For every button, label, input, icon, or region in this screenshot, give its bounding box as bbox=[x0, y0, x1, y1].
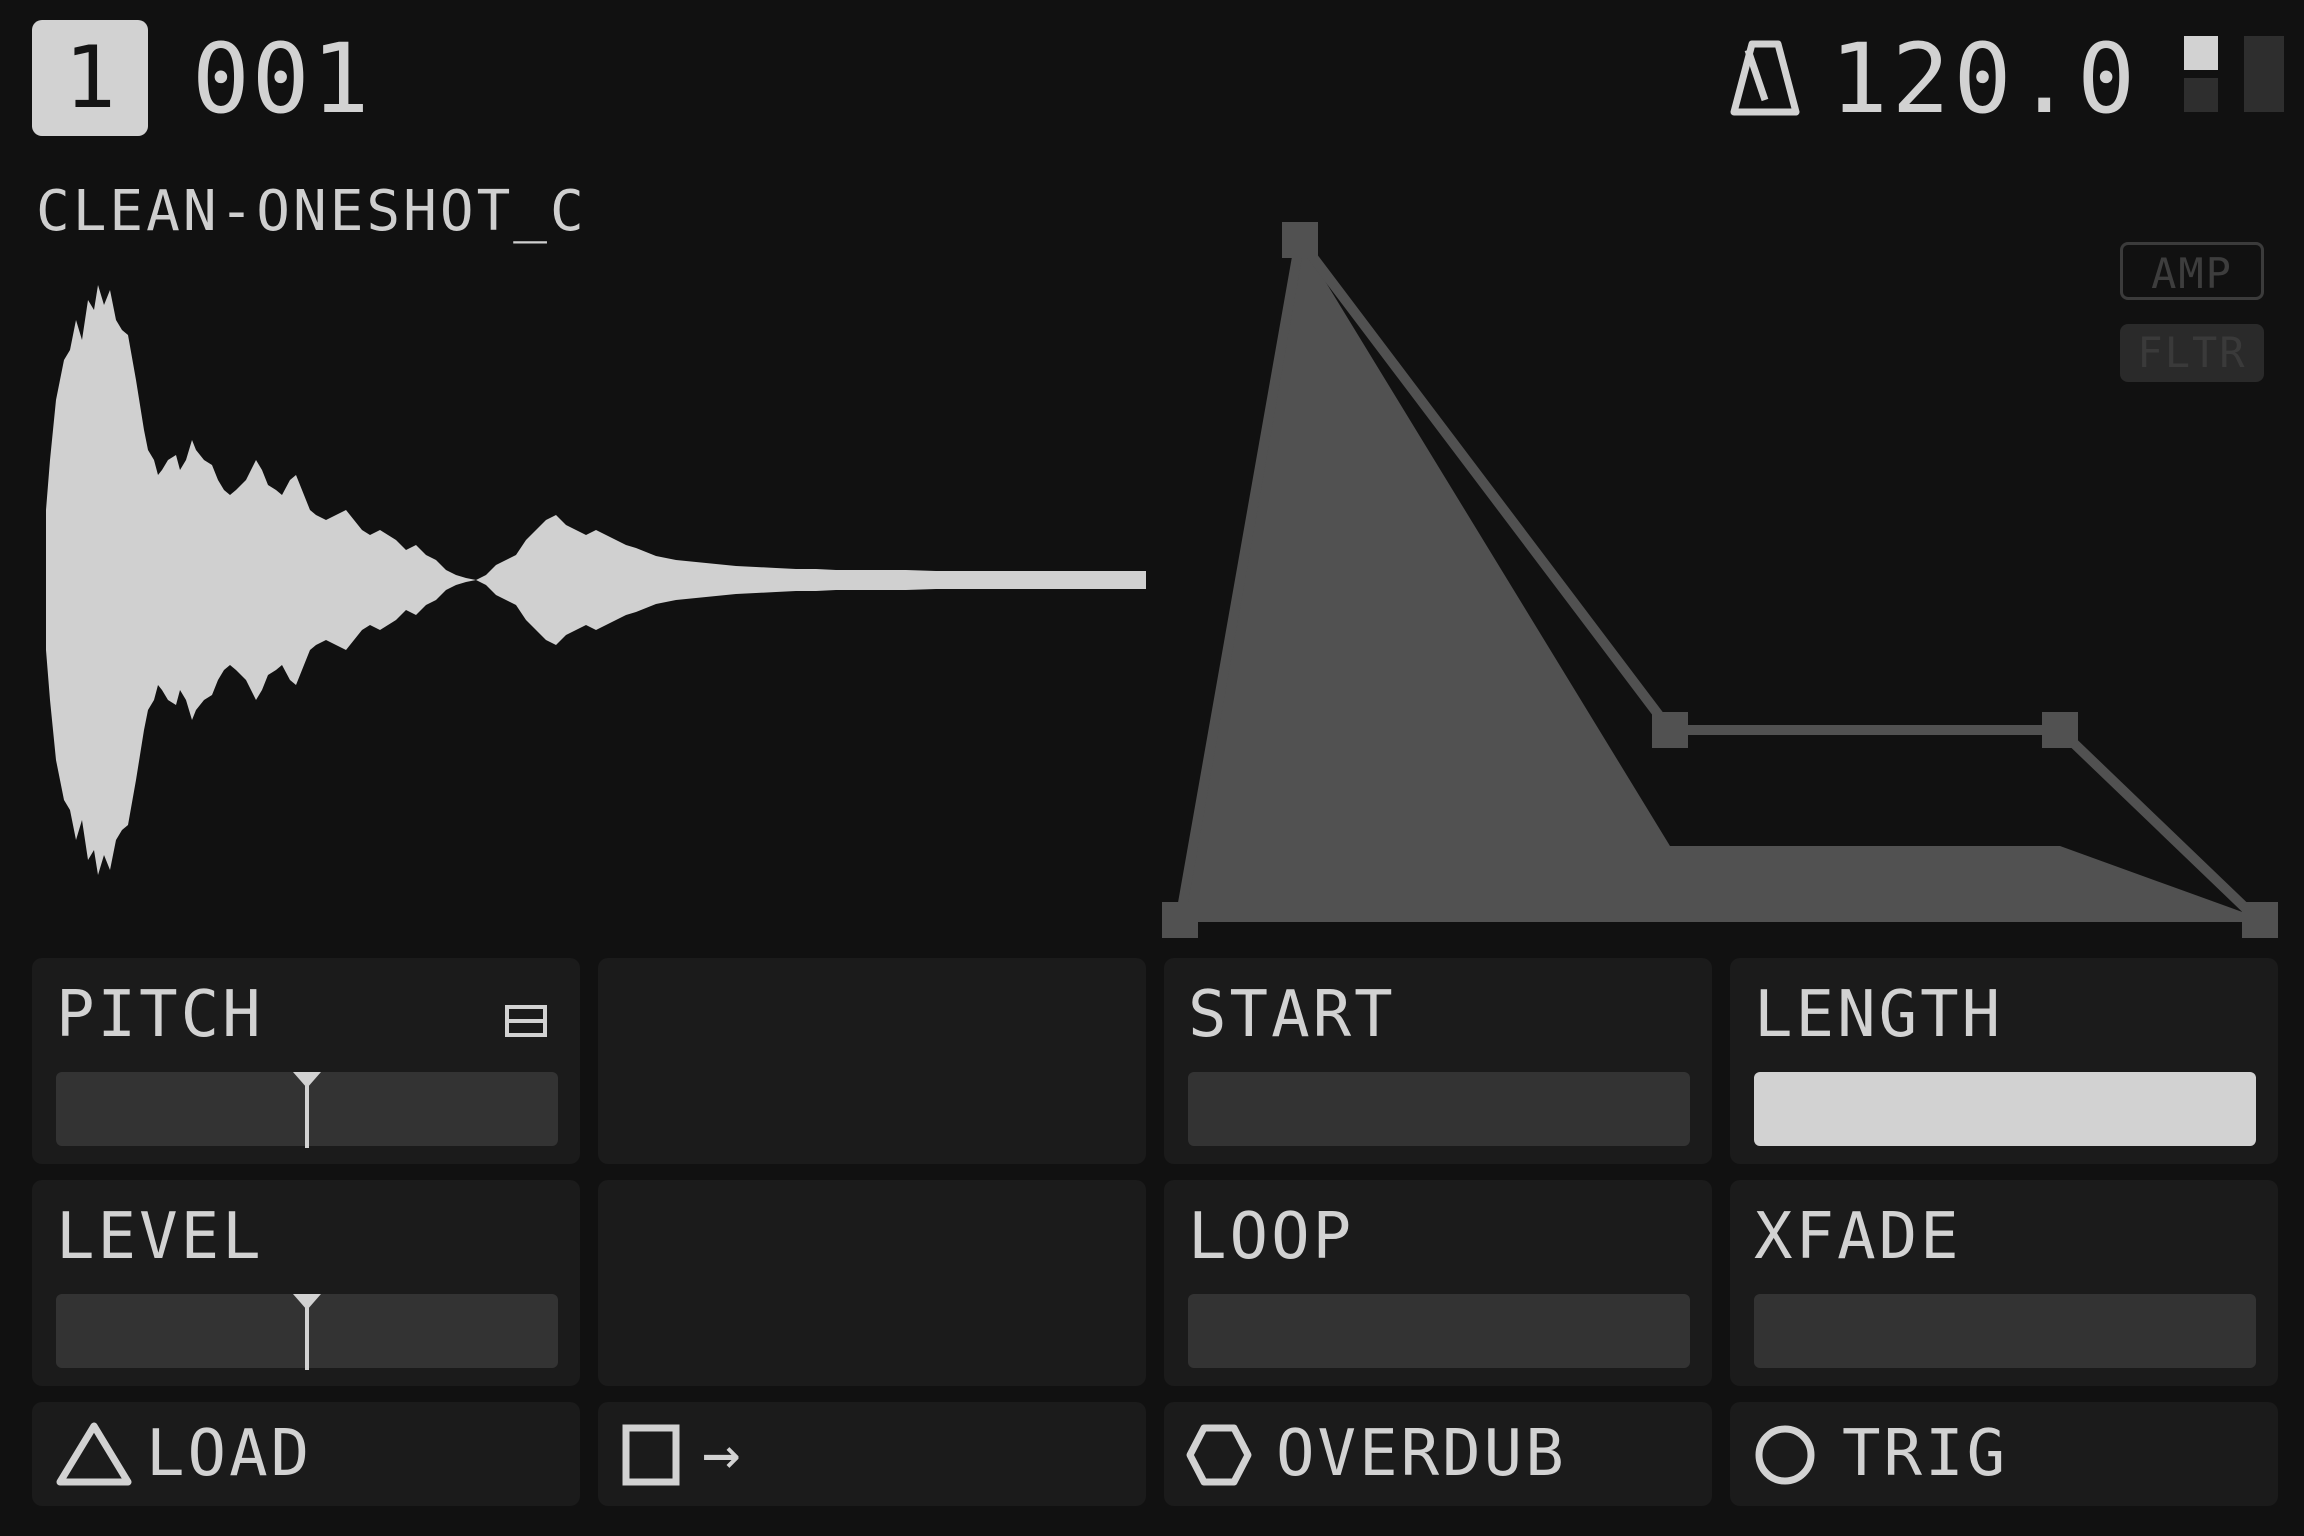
list-icon[interactable] bbox=[504, 1004, 548, 1038]
loop-label: LOOP bbox=[1188, 1200, 1355, 1274]
envelope-sustain-handle[interactable] bbox=[2042, 712, 2078, 748]
waveform-display[interactable] bbox=[36, 280, 1146, 880]
level-meter-left bbox=[2184, 36, 2218, 112]
start-label: START bbox=[1188, 978, 1396, 1052]
trig-label: TRIG bbox=[1842, 1417, 2009, 1491]
pattern-number[interactable]: 001 bbox=[192, 24, 371, 134]
xfade-slider[interactable] bbox=[1754, 1294, 2256, 1368]
length-slider[interactable] bbox=[1754, 1072, 2256, 1146]
filter-envelope-toggle[interactable]: FLTR bbox=[2120, 324, 2264, 382]
load-button[interactable]: LOAD bbox=[32, 1402, 580, 1506]
level-slider[interactable] bbox=[56, 1294, 558, 1370]
waveform-shape bbox=[46, 285, 1146, 875]
overdub-label: OVERDUB bbox=[1276, 1417, 1567, 1491]
xfade-panel[interactable]: XFADE bbox=[1730, 1180, 2278, 1386]
pitch-slider-marker[interactable] bbox=[287, 1072, 327, 1148]
envelope-decay-handle[interactable] bbox=[1652, 712, 1688, 748]
track-number-badge[interactable]: 1 bbox=[32, 20, 148, 136]
pitch-slider[interactable] bbox=[56, 1072, 558, 1148]
triangle-icon bbox=[56, 1422, 132, 1486]
envelope-editor[interactable] bbox=[1150, 210, 2290, 950]
loop-panel[interactable]: LOOP bbox=[1164, 1180, 1712, 1386]
empty-panel-2 bbox=[598, 1180, 1146, 1386]
pitch-label: PITCH bbox=[56, 978, 264, 1052]
sample-name[interactable]: CLEAN-ONESHOT_C bbox=[36, 180, 587, 244]
length-label: LENGTH bbox=[1754, 978, 2004, 1052]
envelope-attack-handle[interactable] bbox=[1282, 222, 1318, 258]
trig-button[interactable]: TRIG bbox=[1730, 1402, 2278, 1506]
level-label: LEVEL bbox=[56, 1200, 264, 1274]
envelope-release-handle[interactable] bbox=[2242, 902, 2278, 938]
circle-icon bbox=[1755, 1425, 1815, 1485]
envelope-fill bbox=[1180, 240, 2270, 922]
tempo-display[interactable]: 120.0 bbox=[1830, 24, 2139, 134]
start-slider[interactable] bbox=[1188, 1072, 1690, 1146]
level-panel[interactable]: LEVEL bbox=[32, 1180, 580, 1386]
xfade-label: XFADE bbox=[1754, 1200, 1962, 1274]
length-panel[interactable]: LENGTH bbox=[1730, 958, 2278, 1164]
pitch-panel[interactable]: PITCH bbox=[32, 958, 580, 1164]
start-panel[interactable]: START bbox=[1164, 958, 1712, 1164]
envelope-start-handle[interactable] bbox=[1162, 902, 1198, 938]
empty-panel-1 bbox=[598, 958, 1146, 1164]
square-icon bbox=[622, 1424, 680, 1486]
level-slider-marker[interactable] bbox=[287, 1294, 327, 1370]
overdub-button[interactable]: OVERDUB bbox=[1164, 1402, 1712, 1506]
hexagon-icon bbox=[1186, 1424, 1252, 1486]
amp-envelope-toggle[interactable]: AMP bbox=[2120, 242, 2264, 300]
level-meter-right bbox=[2244, 36, 2284, 112]
metronome-icon bbox=[1730, 40, 1800, 116]
loop-slider[interactable] bbox=[1188, 1294, 1690, 1368]
load-label: LOAD bbox=[146, 1417, 313, 1491]
square-button[interactable]: → bbox=[598, 1402, 1146, 1506]
arrow-label: → bbox=[702, 1417, 744, 1491]
